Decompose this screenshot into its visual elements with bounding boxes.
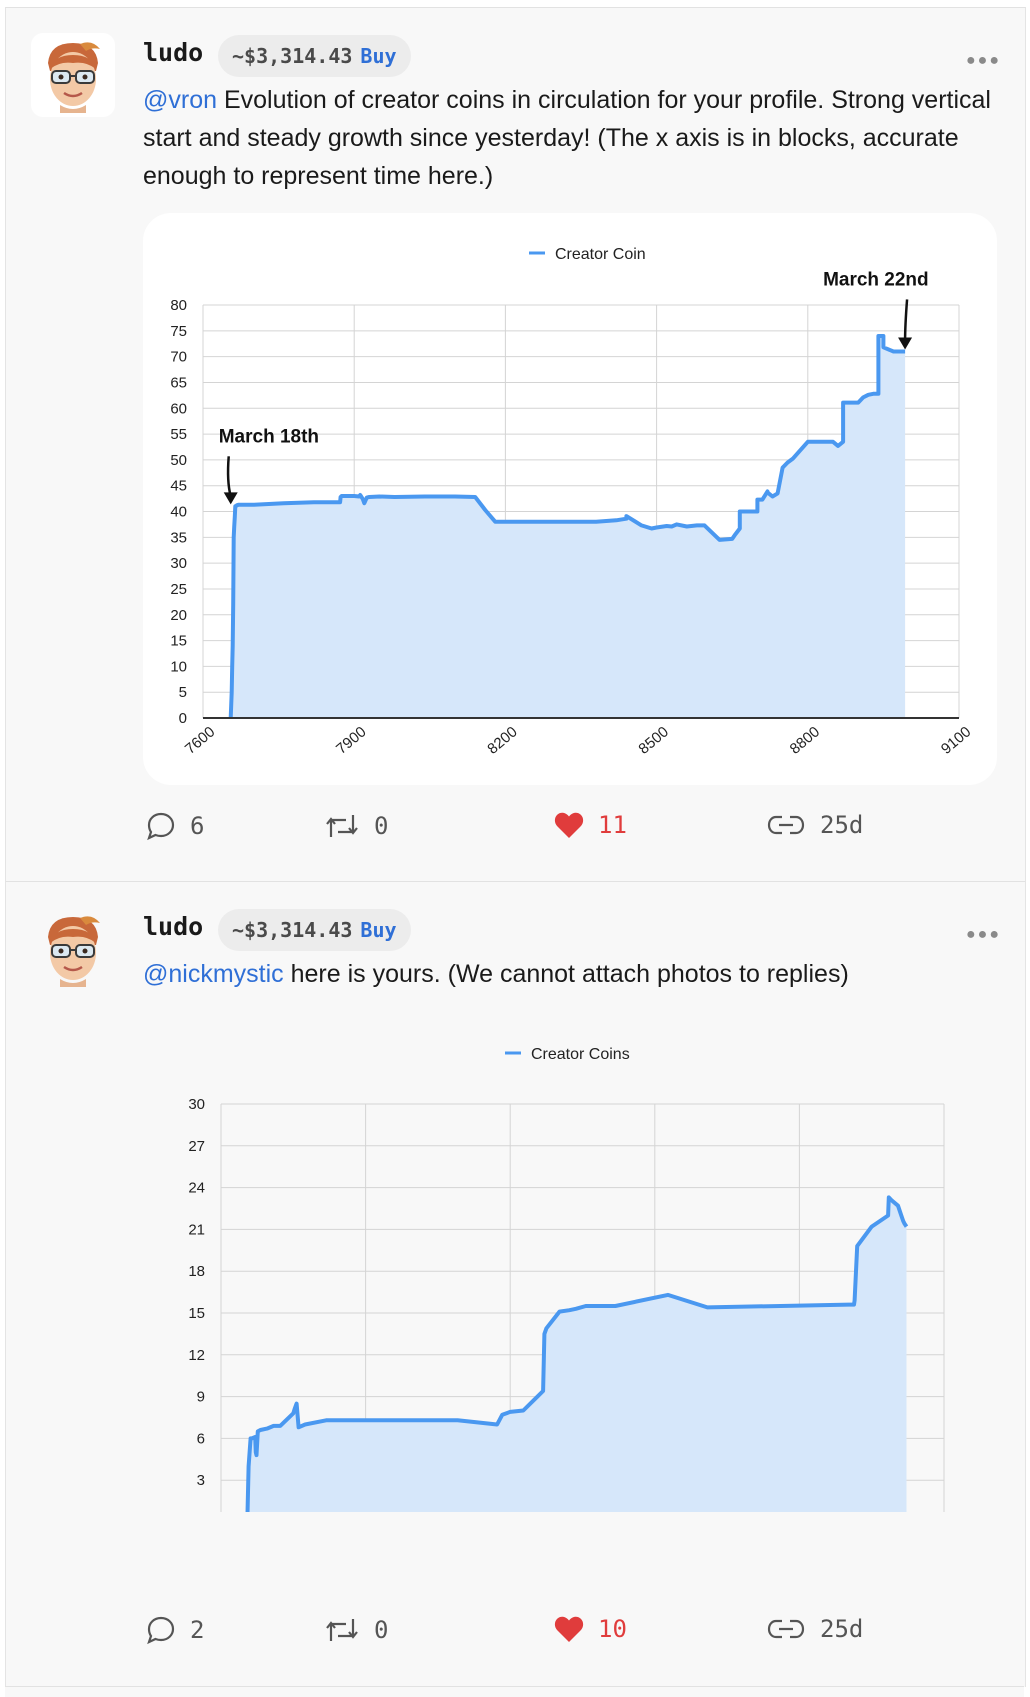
comment-count: 6 <box>190 812 205 840</box>
mention-link[interactable]: @vron <box>143 86 217 114</box>
x-tick-label: 9100 <box>938 723 974 757</box>
post-actions: 6 0 11 25d <box>146 811 1006 851</box>
heart-icon <box>554 812 584 838</box>
annotation-label: March 22nd <box>823 269 929 290</box>
buy-button[interactable]: Buy <box>360 44 396 68</box>
y-tick-label: 5 <box>179 684 187 701</box>
annotation-arrowhead <box>223 492 238 505</box>
y-tick-label: 0 <box>179 710 187 727</box>
x-tick-label: 7600 <box>182 723 218 757</box>
coin-price: ~$3,314.43 <box>232 44 353 68</box>
username[interactable]: ludo <box>143 912 203 941</box>
comment-button[interactable]: 6 <box>146 811 204 841</box>
mention-link[interactable]: @nickmystic <box>143 960 284 988</box>
y-tick-label: 45 <box>170 478 187 495</box>
post-age: 25d <box>820 811 864 839</box>
post-text: Evolution of creator coins in circulatio… <box>143 86 991 190</box>
chart-creator-coins[interactable]: 0369121518212427308000822084408660888091… <box>143 1012 997 1512</box>
x-tick-label: 8800 <box>787 723 823 757</box>
annotation-arrow <box>226 456 232 497</box>
repost-count: 0 <box>374 812 389 840</box>
post-body: @nickmystic here is yours. (We cannot at… <box>143 955 993 993</box>
y-tick-label: 9 <box>197 1389 205 1406</box>
post[interactable]: ludo ~$3,314.43 Buy ●●● @nickmystic here… <box>5 881 1026 1687</box>
avatar-face-icon <box>48 916 100 987</box>
y-tick-label: 21 <box>188 1221 205 1238</box>
annotation-label: March 18th <box>219 426 319 447</box>
series-area <box>230 336 906 718</box>
permalink-button[interactable]: 25d <box>766 1615 863 1643</box>
avatar[interactable] <box>31 907 115 991</box>
y-tick-label: 35 <box>170 529 187 546</box>
annotation-arrowhead <box>898 337 913 350</box>
y-tick-label: 55 <box>170 426 187 443</box>
like-button[interactable]: 11 <box>554 811 627 839</box>
link-icon <box>767 1619 805 1639</box>
repost-icon <box>326 815 358 837</box>
legend-label: Creator Coin <box>555 246 646 263</box>
avatar[interactable] <box>31 33 115 117</box>
post-text: here is yours. (We cannot attach photos … <box>283 960 849 988</box>
chart-creator-coin: 0 5 10 15 20 25 30 35 40 45 50 55 60 65 70 75 80 7600 7900… <box>170 246 974 758</box>
comment-icon <box>147 812 175 841</box>
y-tick-label: 3 <box>197 1472 205 1489</box>
coin-price-pill[interactable]: ~$3,314.43 Buy <box>218 35 411 77</box>
y-tick-label: 12 <box>188 1347 205 1364</box>
username[interactable]: ludo <box>143 38 203 67</box>
y-tick-label: 20 <box>170 607 187 624</box>
y-tick-label: 25 <box>170 581 187 598</box>
repost-button[interactable]: 0 <box>324 811 388 841</box>
y-tick-label: 60 <box>170 400 187 417</box>
heart-icon <box>554 1616 584 1642</box>
feed: ludo ~$3,314.43 Buy ●●● @vron Evolution … <box>0 0 1030 1697</box>
y-tick-label: 50 <box>170 452 187 469</box>
y-tick-label: 30 <box>188 1096 205 1113</box>
y-tick-label: 40 <box>170 504 187 521</box>
comment-icon <box>147 1616 175 1645</box>
y-tick-label: 70 <box>170 349 187 366</box>
coin-price: ~$3,314.43 <box>232 918 353 942</box>
comment-count: 2 <box>190 1616 205 1644</box>
like-button[interactable]: 10 <box>554 1615 627 1643</box>
avatar-face-icon <box>48 42 100 113</box>
post-body: @vron Evolution of creator coins in circ… <box>143 81 993 195</box>
repost-button[interactable]: 0 <box>324 1615 388 1645</box>
y-tick-label: 80 <box>170 297 187 314</box>
y-tick-label: 30 <box>170 555 187 572</box>
coin-price-pill[interactable]: ~$3,314.43 Buy <box>218 909 411 951</box>
y-tick-label: 10 <box>170 658 187 675</box>
x-tick-label: 7900 <box>333 723 369 757</box>
y-tick-label: 27 <box>188 1138 205 1155</box>
legend-label: Creator Coins <box>531 1046 630 1063</box>
post-age: 25d <box>820 1615 864 1643</box>
annotation-arrow <box>903 299 909 342</box>
comment-button[interactable]: 2 <box>146 1615 204 1645</box>
like-count: 11 <box>598 811 627 839</box>
like-count: 10 <box>598 1615 627 1643</box>
post[interactable]: ludo ~$3,314.43 Buy ●●● @vron Evolution … <box>5 7 1026 882</box>
link-icon <box>767 815 805 835</box>
y-tick-label: 65 <box>170 374 187 391</box>
y-tick-label: 6 <box>197 1430 205 1447</box>
repost-count: 0 <box>374 1616 389 1644</box>
y-tick-label: 75 <box>170 323 187 340</box>
buy-button[interactable]: Buy <box>360 918 396 942</box>
more-options-icon[interactable]: ●●● <box>966 52 1001 70</box>
more-options-icon[interactable]: ●●● <box>966 926 1001 944</box>
y-tick-label: 15 <box>188 1305 205 1322</box>
post-actions: 2 0 10 25d <box>146 1615 1006 1655</box>
y-tick-label: 18 <box>188 1263 205 1280</box>
y-tick-label: 15 <box>170 633 187 650</box>
x-tick-label: 8500 <box>635 723 671 757</box>
next-post-edge <box>5 1686 1024 1697</box>
y-tick-label: 24 <box>188 1180 205 1197</box>
permalink-button[interactable]: 25d <box>766 811 863 839</box>
chart-image-card[interactable]: 0 5 10 15 20 25 30 35 40 45 50 55 60 65 70 75 80 7600 7900… <box>143 213 997 785</box>
x-tick-label: 8200 <box>484 723 520 757</box>
repost-icon <box>326 1619 358 1641</box>
